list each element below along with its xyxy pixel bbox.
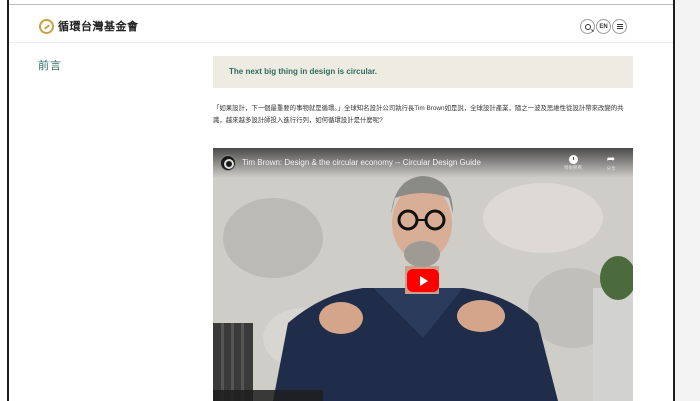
- menu-button[interactable]: [612, 19, 627, 34]
- quote-box: The next big thing in design is circular…: [213, 56, 633, 88]
- window-left-border: [7, 0, 9, 401]
- logo-icon: [39, 18, 54, 34]
- play-button[interactable]: [407, 269, 439, 292]
- search-button[interactable]: [580, 19, 595, 34]
- site-logo[interactable]: 循環台灣基金會: [39, 18, 139, 34]
- section-title: 前言: [38, 60, 62, 72]
- watch-later-button[interactable]: 稍後觀看: [562, 154, 584, 171]
- outer-background: [675, 0, 700, 401]
- share-icon: ➦: [606, 154, 616, 165]
- video-player[interactable]: Tim Brown: Design & the circular economy…: [213, 148, 633, 401]
- clock-icon: [568, 155, 578, 164]
- watch-later-label: 稍後觀看: [564, 165, 582, 170]
- logo-text: 循環台灣基金會: [58, 21, 139, 33]
- intro-paragraph: 「如果設計，下一個最重要的事物就是循環。」全球知名設計公司執行長Tim Brow…: [213, 105, 624, 124]
- share-button[interactable]: ➦ 分享: [600, 154, 622, 172]
- channel-avatar[interactable]: [220, 155, 236, 171]
- language-button[interactable]: EN: [596, 19, 611, 34]
- video-caption-bar: [213, 390, 323, 401]
- site-header: 循環台灣基金會 EN: [9, 5, 673, 43]
- share-label: 分享: [606, 166, 616, 171]
- search-icon: [584, 23, 591, 30]
- video-title[interactable]: Tim Brown: Design & the circular economy…: [242, 158, 481, 167]
- quote-text: The next big thing in design is circular…: [229, 67, 378, 76]
- hamburger-icon: [616, 24, 623, 29]
